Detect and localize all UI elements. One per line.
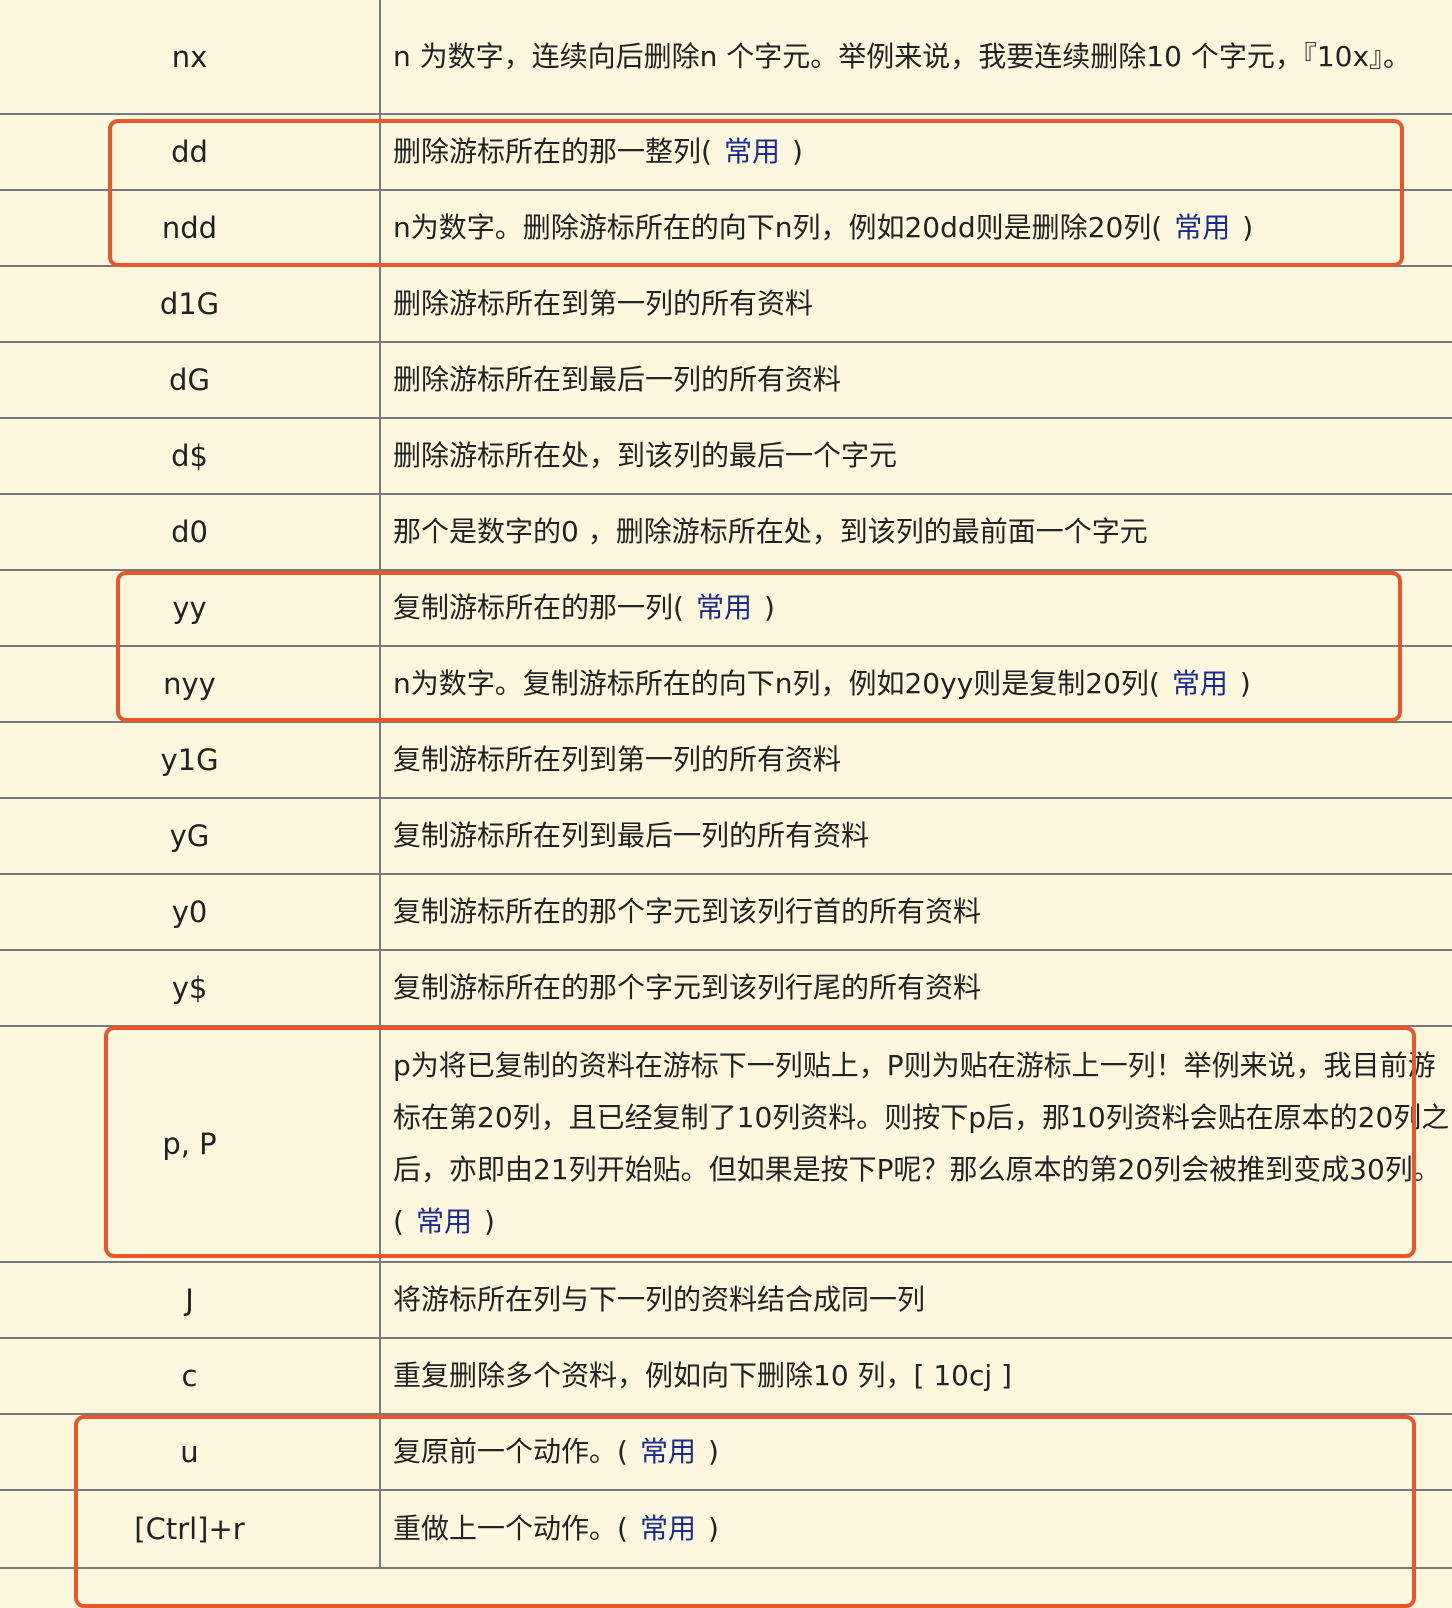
command-key: yG (0, 797, 381, 875)
table-row: yy 复制游标所在的那一列( 常用) (0, 569, 1452, 647)
closing-paren: ) (1239, 667, 1251, 700)
command-description: n 为数字，连续向后删除n 个字元。举例来说，我要连续删除10 个字元，『10x… (380, 0, 1452, 115)
common-tag: 常用 (723, 135, 780, 168)
description-text: n为数字。删除游标所在的向下n列，例如20dd则是删除20列( (393, 211, 1163, 244)
table-row: p, Pp为将已复制的资料在游标下一列贴上，P则为贴在游标上一列！举例来说，我目… (0, 1025, 1452, 1263)
command-key: [Ctrl]+r (0, 1489, 381, 1569)
command-key: dG (0, 341, 381, 419)
command-description: 复原前一个动作。( 常用) (380, 1413, 1452, 1491)
description-text: 重复删除多个资料，例如向下删除10 列，[ 10cj ] (393, 1359, 1012, 1392)
description-text: 重做上一个动作。( (393, 1512, 628, 1545)
description-text: 将游标所在列与下一列的资料结合成同一列 (393, 1283, 926, 1316)
description-text: 复制游标所在的那个字元到该列行尾的所有资料 (393, 971, 982, 1004)
table-row: nyy n为数字。复制游标所在的向下n列，例如20yy则是复制20列( 常用) (0, 645, 1452, 723)
command-description: 复制游标所在的那个字元到该列行尾的所有资料 (380, 949, 1452, 1027)
table-row: y$ 复制游标所在的那个字元到该列行尾的所有资料 (0, 949, 1452, 1027)
common-tag: 常用 (639, 1512, 696, 1545)
command-key: y$ (0, 949, 381, 1027)
common-tag: 常用 (1174, 211, 1231, 244)
command-key: nx (0, 0, 381, 115)
command-key: nyy (0, 645, 381, 723)
description-text: 复制游标所在的那个字元到该列行首的所有资料 (393, 895, 982, 928)
command-description: 重复删除多个资料，例如向下删除10 列，[ 10cj ] (380, 1337, 1452, 1415)
command-description: 重做上一个动作。( 常用) (380, 1489, 1452, 1569)
common-tag: 常用 (639, 1435, 696, 1468)
command-description: p为将已复制的资料在游标下一列贴上，P则为贴在游标上一列！举例来说，我目前游标在… (380, 1025, 1452, 1263)
table-row: ndd n为数字。删除游标所在的向下n列，例如20dd则是删除20列( 常用) (0, 189, 1452, 267)
table-row: nx n 为数字，连续向后删除n 个字元。举例来说，我要连续删除10 个字元，『1… (0, 0, 1452, 115)
command-description: 删除游标所在处，到该列的最后一个字元 (380, 417, 1452, 495)
table-row: d0 那个是数字的0 ，删除游标所在处，到该列的最前面一个字元 (0, 493, 1452, 571)
command-key: d1G (0, 265, 381, 343)
description-text: 删除游标所在到最后一列的所有资料 (393, 363, 842, 396)
description-text: n为数字。复制游标所在的向下n列，例如20yy则是复制20列( (393, 667, 1160, 700)
closing-paren: ) (483, 1205, 495, 1238)
command-description: 复制游标所在列到最后一列的所有资料 (380, 797, 1452, 875)
description-text: n 为数字，连续向后删除n 个字元。举例来说，我要连续删除10 个字元，『10x… (393, 39, 1412, 73)
command-description: 复制游标所在列到第一列的所有资料 (380, 721, 1452, 799)
command-key: c (0, 1337, 381, 1415)
command-description: 那个是数字的0 ，删除游标所在处，到该列的最前面一个字元 (380, 493, 1452, 571)
command-description: 删除游标所在到最后一列的所有资料 (380, 341, 1452, 419)
command-key: u (0, 1413, 381, 1491)
command-key: d0 (0, 493, 381, 571)
table-row: d$ 删除游标所在处，到该列的最后一个字元 (0, 417, 1452, 495)
command-description: 复制游标所在的那个字元到该列行首的所有资料 (380, 873, 1452, 951)
closing-paren: ) (1242, 211, 1254, 244)
description-text: 复制游标所在列到第一列的所有资料 (393, 743, 842, 776)
description-text: 删除游标所在处，到该列的最后一个字元 (393, 439, 898, 472)
command-description: n为数字。删除游标所在的向下n列，例如20dd则是删除20列( 常用) (380, 189, 1452, 267)
command-key: J (0, 1261, 381, 1339)
closing-paren: ) (763, 591, 775, 624)
command-key: p, P (0, 1025, 381, 1263)
command-key: y0 (0, 873, 381, 951)
vim-command-table: nx n 为数字，连续向后删除n 个字元。举例来说，我要连续删除10 个字元，『1… (0, 0, 1452, 1569)
closing-paren: ) (707, 1512, 719, 1545)
table-row: [Ctrl]+r 重做上一个动作。( 常用) (0, 1489, 1452, 1569)
command-description: 复制游标所在的那一列( 常用) (380, 569, 1452, 647)
command-key: dd (0, 113, 381, 191)
common-tag: 常用 (1171, 667, 1228, 700)
description-text: p为将已复制的资料在游标下一列贴上，P则为贴在游标上一列！举例来说，我目前游标在… (393, 1049, 1450, 1238)
table-row: d1G 删除游标所在到第一列的所有资料 (0, 265, 1452, 343)
table-row: y0 复制游标所在的那个字元到该列行首的所有资料 (0, 873, 1452, 951)
table-row: y1G 复制游标所在列到第一列的所有资料 (0, 721, 1452, 799)
table-row: c 重复删除多个资料，例如向下删除10 列，[ 10cj ] (0, 1337, 1452, 1415)
description-text: 复制游标所在的那一列( (393, 591, 684, 624)
closing-paren: ) (707, 1435, 719, 1468)
table-row: J 将游标所在列与下一列的资料结合成同一列 (0, 1261, 1452, 1339)
common-tag: 常用 (415, 1205, 472, 1238)
description-text: 那个是数字的0 ，删除游标所在处，到该列的最前面一个字元 (393, 515, 1148, 548)
common-tag: 常用 (695, 591, 752, 624)
command-description: 删除游标所在到第一列的所有资料 (380, 265, 1452, 343)
description-text: 复制游标所在列到最后一列的所有资料 (393, 819, 870, 852)
table-row: yG 复制游标所在列到最后一列的所有资料 (0, 797, 1452, 875)
table-row: dG 删除游标所在到最后一列的所有资料 (0, 341, 1452, 419)
description-text: 删除游标所在到第一列的所有资料 (393, 287, 814, 320)
command-description: 删除游标所在的那一整列( 常用) (380, 113, 1452, 191)
command-key: yy (0, 569, 381, 647)
description-text: 删除游标所在的那一整列( (393, 135, 712, 168)
table-row: u 复原前一个动作。( 常用) (0, 1413, 1452, 1491)
closing-paren: ) (791, 135, 803, 168)
command-description: 将游标所在列与下一列的资料结合成同一列 (380, 1261, 1452, 1339)
table-row: dd 删除游标所在的那一整列( 常用) (0, 113, 1452, 191)
command-key: ndd (0, 189, 381, 267)
command-description: n为数字。复制游标所在的向下n列，例如20yy则是复制20列( 常用) (380, 645, 1452, 723)
description-text: 复原前一个动作。( (393, 1435, 628, 1468)
command-key: d$ (0, 417, 381, 495)
command-key: y1G (0, 721, 381, 799)
